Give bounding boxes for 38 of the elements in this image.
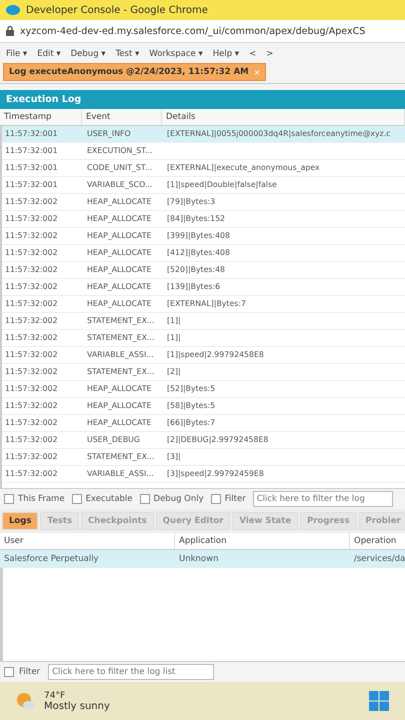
- table-cell[interactable]: Salesforce Perpetually: [0, 550, 175, 568]
- start-icon[interactable]: [369, 691, 389, 711]
- table-cell[interactable]: /services/da: [350, 550, 405, 568]
- checkbox-label: Filter: [224, 494, 246, 504]
- column-header[interactable]: Event: [82, 109, 162, 126]
- table-cell[interactable]: Unknown: [175, 550, 350, 568]
- checkbox-label: Debug Only: [154, 494, 204, 504]
- address-bar[interactable]: xyzcom-4ed-dev-ed.my.salesforce.com/_ui/common/apex/debug/ApexCS: [20, 26, 366, 36]
- menu-item[interactable]: Test ▾: [116, 49, 140, 59]
- menu-item[interactable]: >: [266, 49, 274, 59]
- section-header: Execution Log: [0, 90, 405, 109]
- weather-condition: Mostly sunny: [44, 700, 110, 712]
- checkbox[interactable]: [72, 494, 82, 504]
- filter-field[interactable]: Click here to filter the log list: [48, 664, 214, 680]
- weather-icon[interactable]: [16, 692, 36, 710]
- checkbox-label: This Frame: [18, 494, 65, 504]
- checkbox[interactable]: [4, 494, 14, 504]
- lock-icon: [6, 26, 14, 36]
- column-header[interactable]: Details: [162, 109, 405, 126]
- checkbox[interactable]: [140, 494, 150, 504]
- checkbox-label: Filter: [19, 667, 40, 677]
- column-header[interactable]: Timestamp: [0, 109, 82, 126]
- menu-item[interactable]: Edit ▾: [37, 49, 61, 59]
- checkbox[interactable]: [4, 667, 14, 677]
- window-title: Developer Console - Google Chrome: [26, 4, 208, 16]
- menu-item[interactable]: Help ▾: [212, 49, 240, 59]
- checkbox[interactable]: [210, 494, 221, 504]
- menu-item[interactable]: File ▾: [6, 49, 28, 59]
- menu-item[interactable]: Workspace ▾: [149, 49, 203, 59]
- log-tab[interactable]: Log executeAnonymous @2/24/2023, 11:57:32 AM ×: [3, 63, 266, 81]
- temperature: 74°F: [44, 690, 66, 700]
- filter-field[interactable]: Click here to filter the log: [252, 491, 393, 507]
- menu-item[interactable]: <: [249, 49, 256, 59]
- tab-label: Log executeAnonymous @2/24/2023, 11:57:32 AM: [9, 67, 249, 77]
- cloud-icon: [6, 5, 20, 15]
- checkbox-label: Executable: [86, 494, 133, 504]
- panel-tab[interactable]: Logs: [2, 512, 38, 530]
- menu-item[interactable]: Debug ▾: [70, 49, 106, 59]
